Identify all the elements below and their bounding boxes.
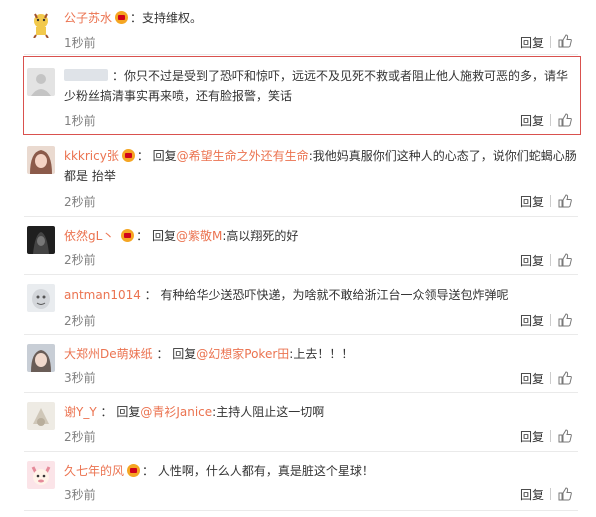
vip-crown-icon: [121, 229, 135, 242]
comment-text: 依然gL丶 ： 回复@紫敬M:高以翔死的好: [64, 229, 299, 243]
reply-button[interactable]: 回复: [520, 428, 544, 445]
comment-text: 公子苏水 ：支持维权。: [64, 11, 203, 25]
avatar[interactable]: [27, 284, 55, 312]
action-separator: [550, 254, 551, 266]
action-separator: [550, 114, 551, 126]
thumbs-up-icon[interactable]: [558, 487, 572, 501]
reply-button[interactable]: 回复: [520, 193, 544, 210]
reply-prefix: 回复: [151, 229, 176, 243]
comment-body: 支持维权。: [142, 11, 203, 25]
comment-body: 有种给华少送恐吓快递，为啥就不敢给浙江台一众领导送包炸弹呢: [160, 288, 509, 302]
action-separator: [550, 36, 551, 48]
reply-button[interactable]: 回复: [520, 112, 544, 129]
comment-text: kkkricy张： 回复@希望生命之外还有生命:我他妈真服你们这种人的心态了，说…: [64, 149, 577, 183]
thumbs-up-icon[interactable]: [558, 194, 572, 208]
comment-username[interactable]: 大郑州De萌妹纸: [64, 347, 153, 361]
thumbs-up-icon[interactable]: [558, 371, 572, 385]
divider: [24, 216, 578, 217]
reply-button[interactable]: 回复: [520, 486, 544, 503]
comment-time: 3秒前: [64, 371, 96, 385]
thumbs-up-icon[interactable]: [558, 313, 572, 327]
divider: [24, 54, 578, 55]
divider: [24, 510, 578, 511]
comment-body: :高以翔死的好: [222, 229, 299, 243]
divider: [24, 274, 578, 275]
action-separator: [550, 430, 551, 442]
comment-username[interactable]: [64, 69, 108, 81]
vip-crown-icon: [115, 11, 129, 24]
comment-time: 1秒前: [64, 36, 96, 50]
action-separator: [550, 488, 551, 500]
comment-list: 公子苏水 ：支持维权。 1秒前 回复 ：你只不过是受到了恐吓和惊吓，远远不及见死不…: [0, 0, 596, 517]
vip-crown-icon: [121, 149, 135, 162]
comment-time: 2秒前: [64, 430, 96, 444]
thumbs-up-icon[interactable]: [558, 113, 572, 127]
reply-mention[interactable]: @幻想家Poker田: [196, 347, 289, 361]
avatar[interactable]: [27, 402, 55, 430]
comment-body: :主持人阻止这一切啊: [212, 405, 325, 419]
comment-time: 1秒前: [64, 114, 96, 128]
reply-prefix: 回复: [172, 347, 197, 361]
avatar[interactable]: [27, 226, 55, 254]
comment-text: antman1014 ： 有种给华少送恐吓快递，为啥就不敢给浙江台一众领导送包炸…: [64, 288, 509, 302]
thumbs-up-icon[interactable]: [558, 253, 572, 267]
reply-button[interactable]: 回复: [520, 370, 544, 387]
action-separator: [550, 314, 551, 326]
vip-crown-icon: [127, 464, 141, 477]
reply-button[interactable]: 回复: [520, 312, 544, 329]
divider: [24, 451, 578, 452]
thumbs-up-icon[interactable]: [558, 429, 572, 443]
comment-time: 2秒前: [64, 314, 96, 328]
comment-text: ：你只不过是受到了恐吓和惊吓，远远不及见死不救或者阻止他人施救可恶的多，请华少粉…: [64, 69, 569, 103]
comment-time: 2秒前: [64, 253, 96, 267]
comment-username[interactable]: 久七年的风: [64, 464, 124, 478]
comment-username[interactable]: 公子苏水: [64, 11, 112, 25]
reply-prefix: 回复: [152, 149, 177, 163]
comment-text: 谢Y_Y ： 回复@青衫Janice:主持人阻止这一切啊: [64, 405, 325, 419]
divider: [24, 334, 578, 335]
reply-prefix: 回复: [116, 405, 141, 419]
avatar[interactable]: [27, 10, 55, 38]
reply-button[interactable]: 回复: [520, 34, 544, 51]
avatar[interactable]: [27, 344, 55, 372]
thumbs-up-icon[interactable]: [558, 34, 572, 48]
avatar[interactable]: [27, 146, 55, 174]
reply-mention[interactable]: @希望生命之外还有生命: [177, 149, 309, 163]
comment-body: 人性啊，什么人都有，真是脏这个星球！: [157, 464, 374, 478]
comment-body: 你只不过是受到了恐吓和惊吓，远远不及见死不救或者阻止他人施救可恶的多，请华少粉丝…: [64, 69, 569, 103]
comment-time: 2秒前: [64, 195, 96, 209]
reply-mention[interactable]: @青衫Janice: [140, 405, 212, 419]
avatar[interactable]: [27, 68, 55, 96]
action-separator: [550, 195, 551, 207]
reply-button[interactable]: 回复: [520, 252, 544, 269]
action-separator: [550, 372, 551, 384]
comment-body: :上去！！！: [289, 347, 354, 361]
comment-username[interactable]: 谢Y_Y: [64, 405, 97, 419]
comment-username[interactable]: antman1014: [64, 288, 141, 302]
avatar[interactable]: [27, 461, 55, 489]
comment-time: 3秒前: [64, 488, 96, 502]
comment-text: 久七年的风： 人性啊，什么人都有，真是脏这个星球！: [64, 464, 374, 478]
reply-mention[interactable]: @紫敬M: [176, 229, 222, 243]
divider: [24, 392, 578, 393]
comment-text: 大郑州De萌妹纸 ： 回复@幻想家Poker田:上去！！！: [64, 347, 354, 361]
comment-username[interactable]: 依然gL丶: [64, 229, 114, 243]
comment-username[interactable]: kkkricy张: [64, 149, 119, 163]
comment-body: :我他妈真服你们这种人的心态了，说你们蛇蝎心肠都是 抬举: [64, 149, 577, 183]
